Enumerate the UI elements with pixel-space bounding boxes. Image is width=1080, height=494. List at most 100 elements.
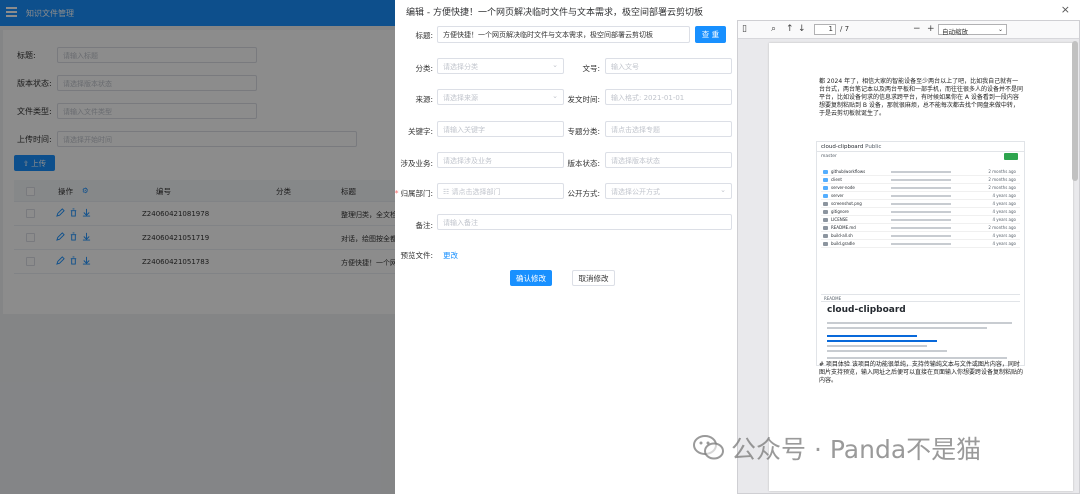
category-label: 分类: xyxy=(415,64,433,73)
list-item: build.gradle 4 years ago xyxy=(821,240,1020,248)
cancel-button[interactable]: 取消修改 xyxy=(572,270,615,286)
source-label: 来源: xyxy=(415,95,433,104)
file-date: 4 years ago xyxy=(992,201,1016,206)
list-item: build-all.sh 4 years ago xyxy=(821,232,1020,240)
preview-label: 预览文件: xyxy=(400,251,433,260)
readme-text-line xyxy=(827,345,927,347)
version-input[interactable]: 请选择版本状态 xyxy=(605,152,732,168)
file-name: github/workflows xyxy=(831,169,866,174)
version-label: 版本状态: xyxy=(567,159,600,168)
folder-icon xyxy=(823,194,828,198)
prev-page-icon[interactable]: ↑ xyxy=(786,24,794,34)
date-input[interactable]: 输入格式: 2021-01-01 xyxy=(605,89,732,105)
readme-text-line xyxy=(827,357,1007,359)
zoom-select[interactable]: 自动缩放 ⌄ xyxy=(938,24,1007,36)
dialog-title: 编辑 - 方便快捷！一个网页解决临时文件与文本需求，极空间部署云剪切板 xyxy=(406,8,703,18)
branch-name: master xyxy=(821,154,837,159)
department-icon: ☷ xyxy=(443,188,450,196)
remark-label: 备注: xyxy=(415,221,433,230)
sidebar-toggle-icon[interactable]: ▯ xyxy=(742,24,747,34)
readme-text-line xyxy=(827,322,1012,324)
file-name: server-node xyxy=(831,185,855,190)
change-file-link[interactable]: 更改 xyxy=(443,250,458,261)
readme-title: cloud-clipboard xyxy=(827,305,906,315)
pdf-scrollbar[interactable] xyxy=(1072,41,1078,181)
readme-text-line xyxy=(827,335,917,337)
title-input[interactable]: 方便快捷！一个网页解决临时文件与文本需求，极空间部署云剪切板 xyxy=(437,26,690,43)
file-name: client xyxy=(831,177,842,182)
commit-message xyxy=(891,243,951,245)
commit-message xyxy=(891,171,951,173)
topic-label: 专题分类: xyxy=(567,127,600,136)
folder-icon xyxy=(823,186,828,190)
dept-label-text: 归属部门: xyxy=(400,189,433,198)
pdf-page: 都 2024 年了，相信大家的智能设备至少两台以上了吧，比如我自己就有一台台式，… xyxy=(769,43,1073,491)
file-list: github/workflows 2 months ago client 2 mon… xyxy=(821,168,1020,248)
list-item: server-node 2 months ago xyxy=(821,184,1020,192)
pdf-paragraph-1: 都 2024 年了，相信大家的智能设备至少两台以上了吧，比如我自己就有一台台式，… xyxy=(819,78,1024,117)
remark-textarea[interactable]: 请输入备注 xyxy=(437,214,732,230)
dept-placeholder: 请点击选择部门 xyxy=(451,188,501,196)
file-date: 2 months ago xyxy=(988,185,1016,190)
source-placeholder: 请选择来源 xyxy=(443,94,478,102)
repo-name: cloud-clipboard xyxy=(821,144,864,150)
file-name: README.md xyxy=(831,225,856,230)
public-label: 公开方式: xyxy=(567,189,600,198)
file-date: 4 years ago xyxy=(992,209,1016,214)
commit-message xyxy=(891,219,951,221)
docno-input[interactable]: 输入文号 xyxy=(605,58,732,74)
keyword-label: 关键字: xyxy=(407,127,433,136)
search-icon[interactable]: ⌕ xyxy=(771,24,776,34)
file-date: 2 months ago xyxy=(988,169,1016,174)
commit-message xyxy=(891,235,951,237)
list-item: github/workflows 2 months ago xyxy=(821,168,1020,176)
file-name: build-all.sh xyxy=(831,233,853,238)
zoom-out-icon[interactable]: − xyxy=(913,24,921,34)
embedded-screenshot: cloud-clipboard Public master github/wor… xyxy=(816,141,1025,366)
readme-text-line xyxy=(827,327,987,329)
zoom-in-icon[interactable]: + xyxy=(927,24,935,34)
title-label: 标题: xyxy=(415,31,433,40)
commit-message xyxy=(891,195,951,197)
file-date: 4 years ago xyxy=(992,217,1016,222)
chevron-down-icon: ⌄ xyxy=(720,186,726,194)
readme-tab: README xyxy=(821,294,1020,302)
list-item: README.md 2 months ago xyxy=(821,224,1020,232)
dept-label: * 归属部门: xyxy=(373,188,433,199)
list-item: client 2 months ago xyxy=(821,176,1020,184)
file-icon xyxy=(823,234,828,238)
public-placeholder: 请选择公开方式 xyxy=(611,188,660,196)
duplicate-check-button[interactable]: 查 重 xyxy=(695,26,726,43)
file-name: screenshot.png xyxy=(831,201,862,206)
topic-textarea[interactable]: 请点击选择专题 xyxy=(605,121,732,137)
chevron-down-icon: ⌄ xyxy=(997,26,1003,33)
category-placeholder: 请选择分类 xyxy=(443,63,478,71)
list-item: LICENSE 4 years ago xyxy=(821,216,1020,224)
pdf-viewer: ▯ ⌕ ↑ ↓ 1 / 7 − + 自动缩放 ⌄ 都 2024 年了，相信大家的智… xyxy=(737,20,1080,494)
file-name: LICENSE xyxy=(831,217,848,222)
watermark: 公众号 · Panda不是猫 xyxy=(693,430,981,466)
file-name: build.gradle xyxy=(831,241,855,246)
readme-text-line xyxy=(827,350,947,352)
confirm-button[interactable]: 确认修改 xyxy=(510,270,552,286)
public-select[interactable]: 请选择公开方式 ⌄ xyxy=(605,183,732,199)
close-icon[interactable]: × xyxy=(1061,3,1070,16)
page-number-input[interactable]: 1 xyxy=(814,24,836,35)
commit-message xyxy=(891,203,951,205)
pdf-paragraph-2: # 项目体验 该项目的功能很单纯，支持传输纯文本与文件或图片内容，同时图片支持预… xyxy=(819,361,1024,384)
commit-message xyxy=(891,179,951,181)
branch-bar: master xyxy=(817,152,1024,162)
watermark-text: 公众号 · Panda不是猫 xyxy=(731,435,982,464)
zoom-value: 自动缩放 xyxy=(942,28,968,36)
pdf-toolbar: ▯ ⌕ ↑ ↓ 1 / 7 − + 自动缩放 ⌄ xyxy=(738,21,1079,39)
wechat-icon xyxy=(693,435,724,460)
list-item: gitignore 4 years ago xyxy=(821,208,1020,216)
file-icon xyxy=(823,226,828,230)
file-icon xyxy=(823,218,828,222)
date-label: 发文时间: xyxy=(567,95,600,104)
file-icon xyxy=(823,202,828,206)
next-page-icon[interactable]: ↓ xyxy=(798,24,806,34)
required-asterisk: * xyxy=(394,189,399,198)
file-date: 2 months ago xyxy=(988,177,1016,182)
file-date: 4 years ago xyxy=(992,241,1016,246)
